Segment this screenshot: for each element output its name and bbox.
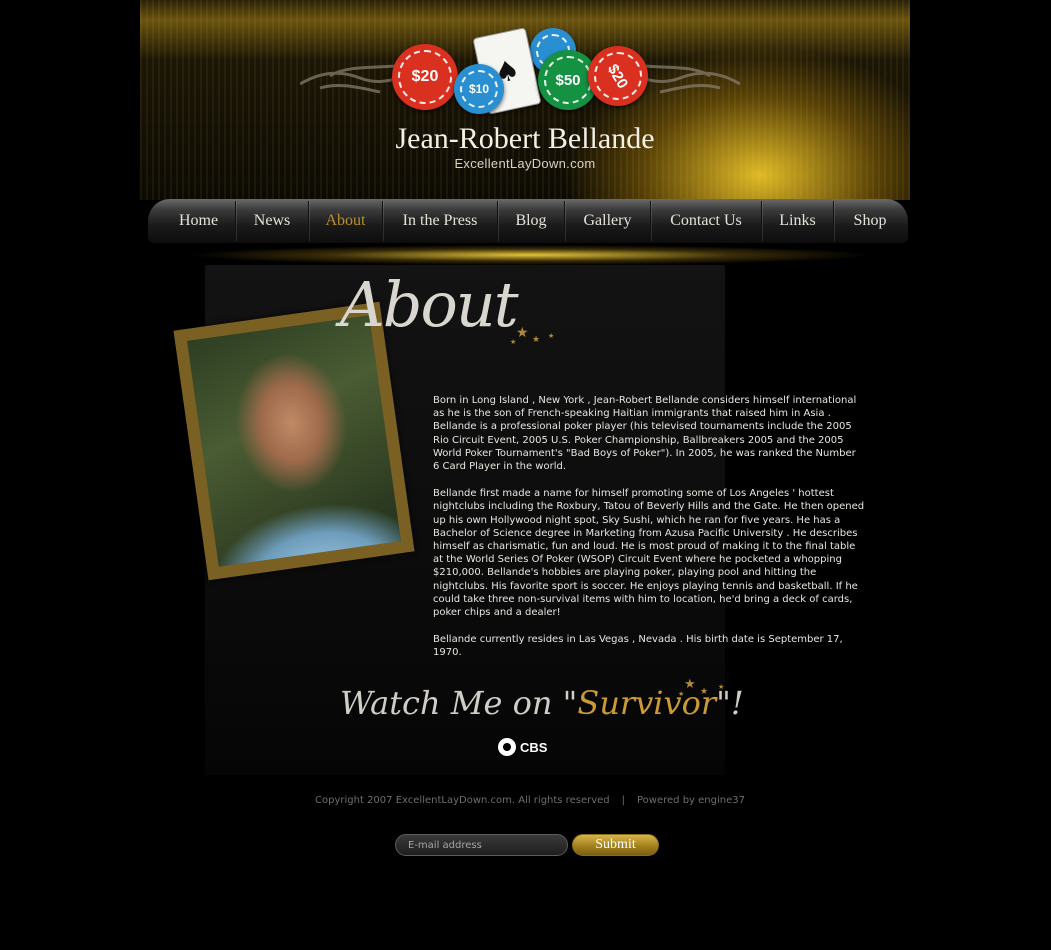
nav-shop[interactable]: Shop xyxy=(834,201,906,241)
nav-home[interactable]: Home xyxy=(162,201,236,241)
survivor-promo[interactable]: Watch Me on "Survivor"! xyxy=(340,678,744,738)
bio-paragraph: Born in Long Island , New York , Jean-Ro… xyxy=(433,395,857,473)
site-title: Jean-Robert Bellande xyxy=(395,122,655,155)
about-heading: About xyxy=(340,268,519,341)
star-icon: ★ xyxy=(548,333,555,340)
star-icon: ★ xyxy=(684,676,696,691)
nav-about[interactable]: About xyxy=(309,201,383,241)
promo-text: Watch Me on " xyxy=(340,684,578,722)
nav-news[interactable]: News xyxy=(236,201,309,241)
star-icon: ★ xyxy=(510,339,517,346)
chip-20-right-icon: $20 xyxy=(588,46,648,106)
submit-button[interactable]: Submit xyxy=(572,834,659,856)
nav-glow xyxy=(190,244,870,266)
main-nav: Home News About In the Press Blog Galler… xyxy=(148,199,908,243)
bio-paragraph: Bellande currently resides in Las Vegas … xyxy=(433,634,843,659)
nav-links[interactable]: Links xyxy=(762,201,834,241)
chip-20-icon: $20 xyxy=(392,44,458,110)
email-input[interactable] xyxy=(395,834,568,856)
cbs-eye-icon xyxy=(498,738,516,756)
nav-blog[interactable]: Blog xyxy=(498,201,565,241)
footer: Copyright 2007 ExcellentLayDown.com. All… xyxy=(300,795,760,806)
bio-paragraph: Bellande first made a name for himself p… xyxy=(433,488,865,619)
copyright-text: Copyright 2007 ExcellentLayDown.com. All… xyxy=(315,795,610,806)
cbs-label: CBS xyxy=(520,739,548,755)
star-icon: ★ xyxy=(718,684,725,691)
chip-10-icon: $10 xyxy=(454,64,504,114)
site-subtitle: ExcellentLayDown.com xyxy=(454,156,596,171)
star-icon: ★ xyxy=(532,334,541,344)
profile-photo-frame xyxy=(173,301,415,581)
star-icon: ★ xyxy=(678,691,685,698)
about-bio: Born in Long Island , New York , Jean-Ro… xyxy=(433,394,865,674)
cbs-logo[interactable]: CBS xyxy=(498,738,547,756)
nav-contact-us[interactable]: Contact Us xyxy=(651,201,762,241)
powered-by-link[interactable]: Powered by engine37 xyxy=(637,795,745,806)
profile-photo xyxy=(187,315,401,567)
footer-separator: | xyxy=(621,795,625,806)
star-icon: ★ xyxy=(700,686,709,696)
poker-chips-logo: ♠ $20 $10 $50 $20 xyxy=(380,24,680,134)
nav-gallery[interactable]: Gallery xyxy=(565,201,651,241)
nav-in-the-press[interactable]: In the Press xyxy=(383,201,498,241)
star-icon: ★ xyxy=(516,324,529,340)
